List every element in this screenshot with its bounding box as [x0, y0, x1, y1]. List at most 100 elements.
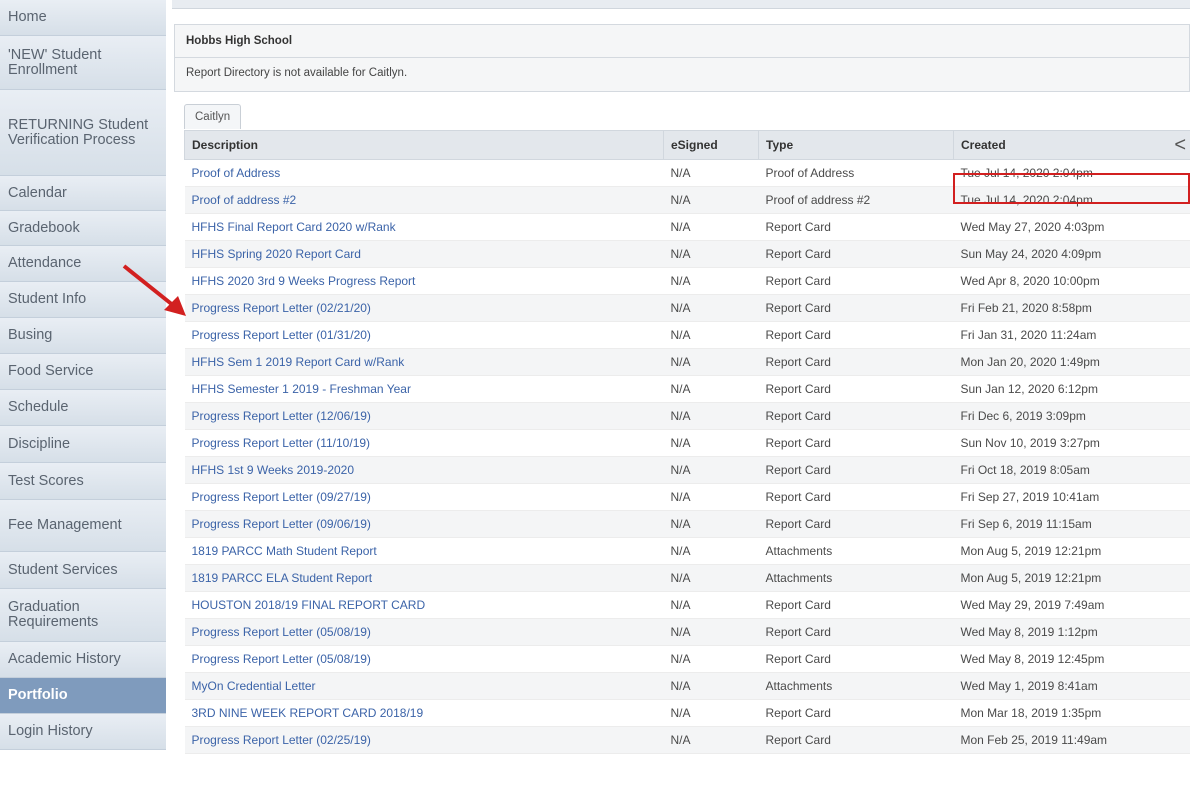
- sidebar-item-schedule[interactable]: Schedule: [0, 390, 166, 426]
- description-link[interactable]: Progress Report Letter (02/21/20): [184, 294, 664, 322]
- attachments-table: Description eSigned Type Created Proof o…: [184, 130, 1190, 754]
- created-cell: Mon Jan 20, 2020 1:49pm: [953, 348, 1190, 376]
- esigned-cell: N/A: [663, 294, 759, 322]
- table-header-row: Description eSigned Type Created: [184, 130, 1190, 160]
- description-link[interactable]: HFHS Spring 2020 Report Card: [184, 240, 664, 268]
- type-cell: Report Card: [758, 240, 954, 268]
- type-cell: Report Card: [758, 456, 954, 484]
- school-panel: Hobbs High School Report Directory is no…: [174, 24, 1190, 92]
- sidebar-item-graduation-requirements[interactable]: Graduation Requirements: [0, 589, 166, 642]
- created-cell: Mon Aug 5, 2019 12:21pm: [953, 537, 1190, 565]
- main-content: Hobbs High School Report Directory is no…: [172, 0, 1190, 806]
- esigned-cell: N/A: [663, 456, 759, 484]
- table-row: Progress Report Letter (05/08/19) N/A Repo…: [184, 645, 1190, 673]
- sidebar-item-academic-history[interactable]: Academic History: [0, 642, 166, 678]
- created-cell: Fri Sep 27, 2019 10:41am: [953, 483, 1190, 511]
- column-header-type[interactable]: Type: [758, 130, 954, 160]
- description-link[interactable]: Proof of address #2: [184, 186, 664, 214]
- description-link[interactable]: HFHS Final Report Card 2020 w/Rank: [184, 213, 664, 241]
- created-cell: Sun May 24, 2020 4:09pm: [953, 240, 1190, 268]
- type-cell: Attachments: [758, 564, 954, 592]
- description-link[interactable]: Progress Report Letter (12/06/19): [184, 402, 664, 430]
- table-row: Progress Report Letter (02/25/19) N/A Repo…: [184, 726, 1190, 754]
- sidebar-item-fee-management[interactable]: Fee Management: [0, 500, 166, 552]
- created-cell: Wed May 1, 2019 8:41am: [953, 672, 1190, 700]
- description-link[interactable]: 1819 PARCC ELA Student Report: [184, 564, 664, 592]
- description-link[interactable]: HFHS 1st 9 Weeks 2019-2020: [184, 456, 664, 484]
- report-directory-message: Report Directory is not available for Ca…: [186, 67, 408, 79]
- tab-student[interactable]: Caitlyn: [184, 104, 242, 129]
- description-link[interactable]: HFHS 2020 3rd 9 Weeks Progress Report: [184, 267, 664, 295]
- created-cell: Mon Aug 5, 2019 12:21pm: [953, 564, 1190, 592]
- esigned-cell: N/A: [663, 645, 759, 673]
- sidebar-item-returning-student-verification-process[interactable]: RETURNING Student Verification Process: [0, 90, 166, 176]
- description-link[interactable]: HOUSTON 2018/19 FINAL REPORT CARD: [184, 591, 664, 619]
- created-cell: Fri Feb 21, 2020 8:58pm: [953, 294, 1190, 322]
- sidebar-item-calendar[interactable]: Calendar: [0, 176, 166, 211]
- table-row: Progress Report Letter (09/27/19) N/A Repo…: [184, 483, 1190, 511]
- type-cell: Report Card: [758, 618, 954, 646]
- column-header-esigned[interactable]: eSigned: [663, 130, 759, 160]
- highlight-box: [953, 173, 1190, 204]
- description-link[interactable]: HFHS Sem 1 2019 Report Card w/Rank: [184, 348, 664, 376]
- esigned-cell: N/A: [663, 321, 759, 349]
- type-cell: Report Card: [758, 699, 954, 727]
- type-cell: Attachments: [758, 537, 954, 565]
- description-link[interactable]: Progress Report Letter (09/06/19): [184, 510, 664, 538]
- description-link[interactable]: Progress Report Letter (01/31/20): [184, 321, 664, 349]
- description-link[interactable]: Progress Report Letter (02/25/19): [184, 726, 664, 754]
- created-cell: Sun Jan 12, 2020 6:12pm: [953, 375, 1190, 403]
- sidebar-item-login-history[interactable]: Login History: [0, 714, 166, 750]
- type-cell: Proof of Address: [758, 159, 954, 187]
- esigned-cell: N/A: [663, 510, 759, 538]
- table-row: 3RD NINE WEEK REPORT CARD 2018/19 N/A Repo…: [184, 699, 1190, 727]
- type-cell: Report Card: [758, 321, 954, 349]
- sidebar-item-portfolio[interactable]: Portfolio: [0, 678, 166, 714]
- esigned-cell: N/A: [663, 240, 759, 268]
- table-row: Progress Report Letter (01/31/20) N/A Repo…: [184, 321, 1190, 349]
- table-row: 1819 PARCC ELA Student Report N/A Attachme…: [184, 564, 1190, 592]
- type-cell: Report Card: [758, 294, 954, 322]
- created-cell: Wed May 8, 2019 12:45pm: [953, 645, 1190, 673]
- table-row: HFHS Final Report Card 2020 w/Rank N/A Rep…: [184, 213, 1190, 241]
- description-link[interactable]: MyOn Credential Letter: [184, 672, 664, 700]
- created-cell: Wed Apr 8, 2020 10:00pm: [953, 267, 1190, 295]
- column-header-created[interactable]: Created: [953, 130, 1190, 160]
- description-link[interactable]: 1819 PARCC Math Student Report: [184, 537, 664, 565]
- esigned-cell: N/A: [663, 402, 759, 430]
- sidebar-item-discipline[interactable]: Discipline: [0, 426, 166, 463]
- description-link[interactable]: Progress Report Letter (11/10/19): [184, 429, 664, 457]
- description-link[interactable]: Progress Report Letter (05/08/19): [184, 645, 664, 673]
- description-link[interactable]: 3RD NINE WEEK REPORT CARD 2018/19: [184, 699, 664, 727]
- esigned-cell: N/A: [663, 348, 759, 376]
- description-link[interactable]: Proof of Address: [184, 159, 664, 187]
- created-cell: Mon Mar 18, 2019 1:35pm: [953, 699, 1190, 727]
- description-link[interactable]: HFHS Semester 1 2019 - Freshman Year: [184, 375, 664, 403]
- esigned-cell: N/A: [663, 537, 759, 565]
- description-link[interactable]: Progress Report Letter (09/27/19): [184, 483, 664, 511]
- sidebar-item-gradebook[interactable]: Gradebook: [0, 211, 166, 246]
- esigned-cell: N/A: [663, 213, 759, 241]
- esigned-cell: N/A: [663, 564, 759, 592]
- esigned-cell: N/A: [663, 159, 759, 187]
- sidebar-item-test-scores[interactable]: Test Scores: [0, 463, 166, 500]
- sidebar-item-home[interactable]: Home: [0, 0, 166, 36]
- esigned-cell: N/A: [663, 375, 759, 403]
- column-header-description[interactable]: Description: [184, 130, 664, 160]
- esigned-cell: N/A: [663, 726, 759, 754]
- created-cell: Wed May 27, 2020 4:03pm: [953, 213, 1190, 241]
- chevron-left-icon[interactable]: <: [1174, 134, 1186, 157]
- created-cell: Sun Nov 10, 2019 3:27pm: [953, 429, 1190, 457]
- sidebar-item-food-service[interactable]: Food Service: [0, 354, 166, 390]
- table-row: HFHS Sem 1 2019 Report Card w/Rank N/A Rep…: [184, 348, 1190, 376]
- sidebar-item-student-services[interactable]: Student Services: [0, 552, 166, 589]
- table-row: Progress Report Letter (05/08/19) N/A Repo…: [184, 618, 1190, 646]
- table-row: Progress Report Letter (11/10/19) N/A Repo…: [184, 429, 1190, 457]
- divider: [175, 57, 1189, 58]
- sidebar-item-new-student-enrollment[interactable]: 'NEW' Student Enrollment: [0, 36, 166, 90]
- type-cell: Report Card: [758, 726, 954, 754]
- description-link[interactable]: Progress Report Letter (05/08/19): [184, 618, 664, 646]
- sidebar-item-busing[interactable]: Busing: [0, 318, 166, 354]
- type-cell: Report Card: [758, 402, 954, 430]
- type-cell: Report Card: [758, 591, 954, 619]
